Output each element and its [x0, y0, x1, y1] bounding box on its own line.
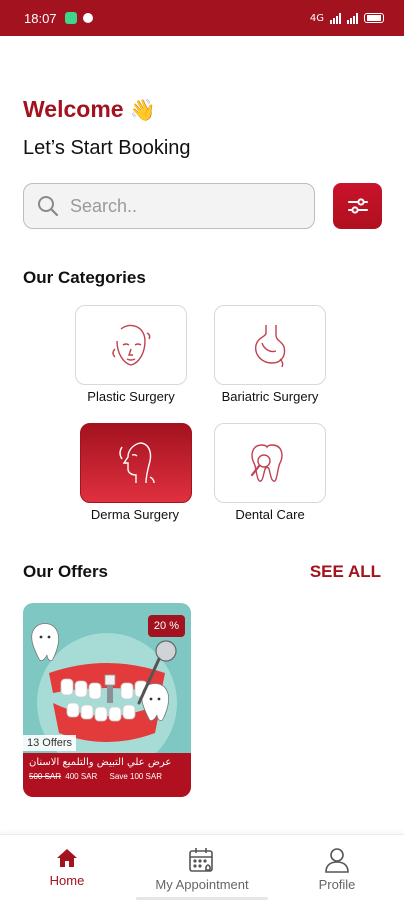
network-type: 4G — [309, 12, 324, 24]
categories-title: Our Categories — [23, 268, 146, 287]
nav-label: My Appointment — [155, 877, 249, 892]
app-notification-icon — [82, 13, 93, 23]
status-indicators: 4G — [309, 12, 384, 24]
discount-badge: 20 % — [147, 615, 185, 637]
offer-title: عرض علي التبيض والتلميع الاسنان — [29, 757, 172, 768]
filter-sliders-icon — [347, 198, 368, 214]
new-price: 400 SAR — [65, 772, 98, 781]
battery-icon — [364, 13, 384, 23]
nav-profile[interactable]: Profile — [277, 847, 397, 892]
app-notification-icon — [64, 12, 77, 24]
offers-count: 13 Offers — [23, 735, 77, 751]
status-time: 18:07 — [24, 10, 57, 26]
nav-home[interactable]: Home — [7, 847, 127, 888]
home-icon — [57, 849, 77, 867]
category-label: Dental Care — [235, 507, 305, 522]
signal-icon — [330, 12, 341, 24]
category-card-derma-surgery[interactable] — [80, 423, 192, 503]
category-card-bariatric-surgery[interactable] — [214, 305, 326, 385]
bottom-nav: Home My Appointment Profile — [0, 834, 404, 900]
category-card-dental-care[interactable] — [214, 423, 326, 503]
face-icon — [112, 324, 151, 366]
wave-hand-icon: 👋 — [129, 99, 156, 122]
offer-prices: 500 SAR 400 SAR Save 100 SAR — [29, 772, 185, 781]
nav-label: Home — [49, 873, 85, 888]
category-label: Bariatric Surgery — [221, 389, 319, 404]
signal-icon — [347, 12, 358, 24]
user-icon — [325, 848, 349, 873]
page-subtitle: Let’s Start Booking — [23, 137, 191, 159]
search-icon — [38, 196, 59, 217]
search-input[interactable]: Search.. — [23, 183, 315, 229]
offers-title: Our Offers — [23, 562, 109, 581]
offer-card[interactable]: 20 % 13 Offers عرض علي التبيض والتلميع ا… — [23, 603, 191, 797]
category-card-plastic-surgery[interactable] — [75, 305, 187, 385]
tooth-magnifier-icon — [250, 444, 283, 482]
save-amount: Save 100 SAR — [109, 772, 163, 781]
nav-my-appointment[interactable]: My Appointment — [142, 847, 262, 892]
offer-image: 20 % 13 Offers — [23, 603, 191, 773]
profile-face-icon — [119, 442, 155, 484]
category-label: Derma Surgery — [90, 507, 180, 522]
old-price: 500 SAR — [29, 772, 62, 781]
stomach-icon — [255, 325, 286, 368]
calendar-icon — [189, 848, 213, 872]
welcome-heading: Welcome 👋 — [23, 96, 156, 123]
search-placeholder: Search.. — [70, 195, 138, 216]
category-label: Plastic Surgery — [87, 389, 175, 404]
offer-details: عرض علي التبيض والتلميع الاسنان 500 SAR … — [23, 753, 191, 797]
nav-label: Profile — [318, 877, 356, 892]
status-bar: 18:07 4G — [0, 0, 404, 36]
see-all-link[interactable]: SEE ALL — [310, 562, 381, 582]
welcome-text: Welcome — [23, 96, 124, 122]
filter-button[interactable] — [333, 183, 382, 229]
